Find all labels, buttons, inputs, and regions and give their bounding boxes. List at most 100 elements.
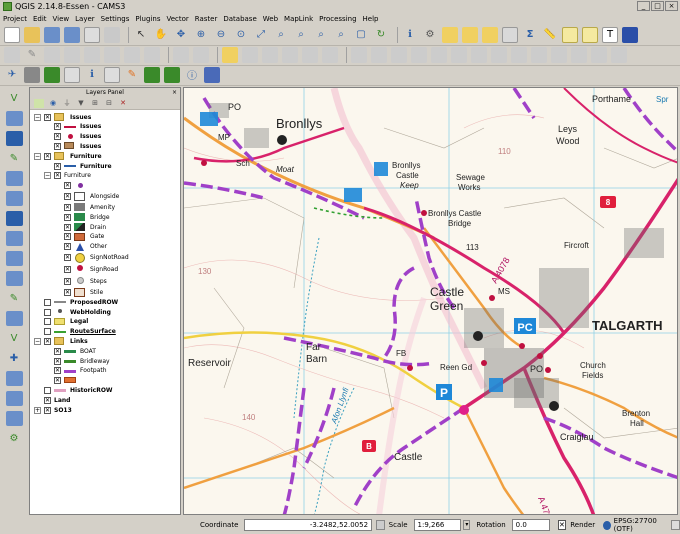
layer-visibility-checkbox[interactable]: ✕ [64,233,71,241]
zoom-layer-icon[interactable]: ⌕ [293,27,309,43]
layer-row[interactable]: ✕ Land [34,395,70,405]
layer-visibility-checkbox[interactable]: ✕ [44,152,51,160]
menu-maplink[interactable]: MapLink [284,15,313,23]
zoom-full-icon[interactable]: ⤢ [253,27,269,43]
layer-visibility-checkbox[interactable]: ✕ [54,357,61,365]
help-icon[interactable]: ⓘ [184,67,200,83]
render-checkbox[interactable]: ✕ [557,520,567,530]
statistics-icon[interactable]: Σ [522,27,538,43]
attribute-table-icon[interactable] [502,26,518,43]
layer-row[interactable]: WebHolding [34,307,111,317]
layer-visibility-checkbox[interactable] [44,386,51,394]
scale-field[interactable]: 1:9,266 [413,519,462,531]
layer-row[interactable]: ✕ Furniture [44,161,112,171]
map-canvas[interactable]: B 8 P PC Bronllys Moat Bronllys Castle K… [183,87,678,515]
layer-visibility-checkbox[interactable]: ✕ [54,123,61,131]
plugin-icon[interactable] [204,66,220,83]
rotate-feature-icon[interactable] [371,46,387,63]
layer-row[interactable]: ✕ SignNotRoad [54,251,129,264]
zoom-in-icon[interactable]: ⊕ [193,27,209,43]
layer-row[interactable]: − ✕ Furniture [44,171,91,181]
composer-manager-icon[interactable] [104,26,120,43]
add-feature-icon[interactable] [64,46,80,63]
layer-row[interactable]: − ✕ Issues [34,112,91,122]
layer-visibility-checkbox[interactable]: ✕ [54,347,61,355]
add-virtual-layer-icon[interactable] [5,311,23,326]
menu-database[interactable]: Database [223,15,256,23]
refresh-icon[interactable]: ↻ [373,27,389,43]
layer-row[interactable]: ✕ [54,181,90,191]
save-project-icon[interactable] [44,26,60,43]
layer-row[interactable]: ✕ SignRoad [54,263,118,275]
style-manager-icon[interactable] [34,98,44,108]
show-label-icon[interactable] [262,46,278,63]
annotation-icon[interactable] [562,26,578,43]
add-ring-icon[interactable] [411,46,427,63]
layer-row[interactable]: Legal [34,317,88,327]
action-icon[interactable]: ⚙ [422,27,438,43]
add-vector-layer-icon[interactable]: V [6,91,23,106]
filter-legend-icon[interactable]: ⏚ [62,99,72,108]
measure-icon[interactable]: 📏 [542,27,558,43]
zoom-native-icon[interactable]: ⊙ [233,27,249,43]
layer-row[interactable]: ✕ Issues [44,132,101,142]
save-edits-icon[interactable] [44,46,60,63]
text-annotation-icon[interactable]: T [602,26,618,43]
layer-visibility-checkbox[interactable]: ✕ [64,223,71,231]
delete-selected-icon[interactable] [124,46,140,63]
layer-visibility-checkbox[interactable]: ✕ [64,265,71,273]
current-edits-icon[interactable] [4,46,20,63]
select-features-icon[interactable] [442,26,458,43]
processing-icon[interactable]: ⚙ [6,431,23,446]
layer-visibility-checkbox[interactable]: ✕ [64,203,71,211]
merge-attributes-icon[interactable] [611,46,627,63]
layer-visibility-checkbox[interactable]: ✕ [54,367,61,375]
menu-vector[interactable]: Vector [166,15,188,23]
select-by-expression-icon[interactable] [462,26,478,43]
crs-globe-icon[interactable] [603,520,611,530]
crs-label[interactable]: EPSG:27700 (OTF) [614,517,668,533]
export-icon[interactable] [144,66,160,83]
layer-visibility-checkbox[interactable]: ✕ [64,182,71,190]
new-spatialite-icon[interactable]: ✚ [6,351,23,366]
add-db2-icon[interactable] [5,211,23,226]
advanced-digitize-icon[interactable] [351,46,367,63]
layer-visibility-checkbox[interactable] [44,318,51,326]
split-features-icon[interactable] [551,46,567,63]
move-feature-icon[interactable] [84,46,100,63]
change-label-icon[interactable] [322,46,338,63]
zoom-next-icon[interactable]: ⌕ [333,27,349,43]
document-icon[interactable] [64,66,80,83]
zoom-last-icon[interactable]: ⌕ [313,27,329,43]
zoom-selection-icon[interactable]: ⌕ [273,27,289,43]
layer-visibility-checkbox[interactable]: ✕ [54,142,61,150]
delete-ring-icon[interactable] [471,46,487,63]
menu-layer[interactable]: Layer [75,15,95,23]
layer-visibility-checkbox[interactable]: ✕ [64,288,71,296]
offset-curve-icon[interactable] [531,46,547,63]
minimize-button[interactable]: _ [637,1,650,11]
pan-icon[interactable]: ✋ [153,27,169,43]
layer-row[interactable]: ✕ [44,376,80,386]
layer-visibility-checkbox[interactable] [44,328,51,336]
layer-visibility-checkbox[interactable]: ✕ [54,133,61,141]
layer-row[interactable]: ✕ Issues [44,122,101,132]
layer-row[interactable]: ✕ Footpath [44,366,107,376]
new-map-view-icon[interactable]: ▢ [353,27,369,43]
add-part-icon[interactable] [431,46,447,63]
scale-dropdown-icon[interactable]: ▾ [463,520,471,530]
menu-project[interactable]: Project [3,15,27,23]
identify-icon[interactable]: ℹ [402,27,418,43]
layer-row[interactable]: − ✕ Links [34,336,88,346]
layer-row[interactable]: ✕ Drain [54,222,106,232]
expand-toggle-icon[interactable]: − [34,337,41,345]
layer-row[interactable]: ProposedROW [34,297,118,307]
add-spatialite-icon[interactable]: ✎ [6,151,23,166]
delete-part-icon[interactable] [491,46,507,63]
layer-visibility-checkbox[interactable]: ✕ [44,406,51,414]
layer-visibility-checkbox[interactable]: ✕ [64,192,71,200]
layer-row[interactable]: ✕ Bridge [54,212,110,222]
layer-row[interactable]: ✕ Steps [54,275,107,287]
move-label-icon[interactable] [282,46,298,63]
rotation-field[interactable]: 0.0 [511,519,550,531]
